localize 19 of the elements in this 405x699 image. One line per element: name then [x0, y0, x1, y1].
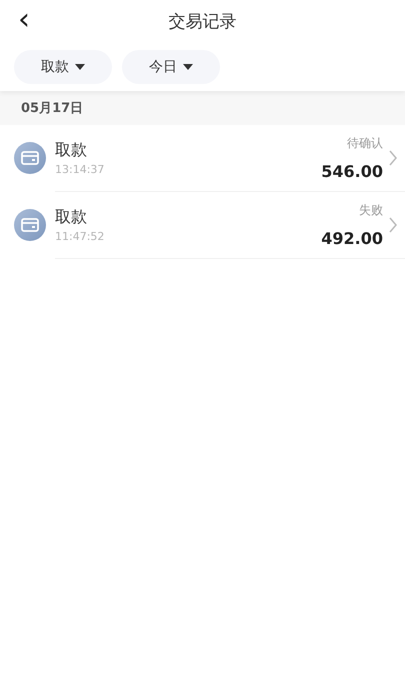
chevron-icon[interactable]: [389, 150, 397, 166]
date-header: 05月17日: [0, 91, 405, 125]
page-title: 交易记录: [168, 10, 236, 32]
back-button[interactable]: ‹: [14, 6, 34, 34]
filter-dropdown[interactable]: 取款: [14, 50, 112, 84]
transaction-title: 取款: [55, 206, 88, 228]
transaction-amount: 546.00: [321, 162, 383, 180]
transaction-status: 失败: [359, 202, 383, 218]
transaction-amount: 492.00: [321, 228, 383, 248]
filter-dropdown[interactable]: 今日: [122, 50, 220, 84]
transaction-status: 待确认: [347, 134, 383, 152]
caret-icon: [183, 64, 193, 70]
transaction-time: 13:14:37: [55, 163, 106, 176]
card-icon: [14, 209, 46, 241]
transaction-title: 取款: [55, 139, 88, 161]
chevron-icon[interactable]: [389, 216, 397, 232]
card-icon: [14, 142, 46, 174]
transaction-time: 11:47:52: [55, 230, 106, 243]
caret-icon: [75, 64, 85, 70]
